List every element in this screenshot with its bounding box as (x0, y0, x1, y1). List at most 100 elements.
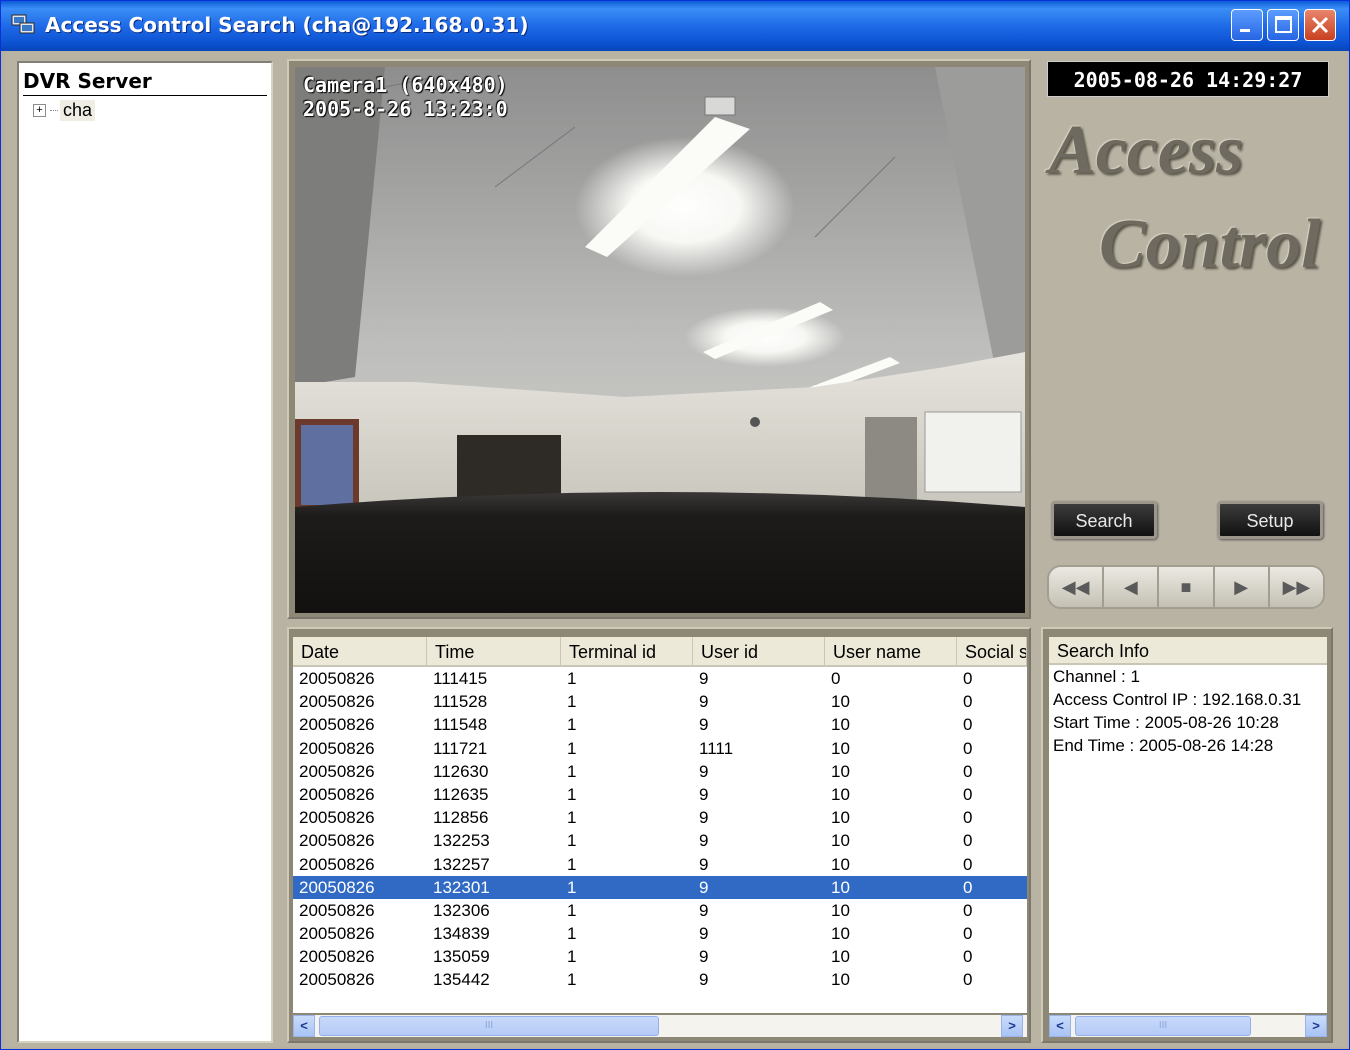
table-cell: 9 (699, 669, 709, 688)
table-cell: 10 (831, 761, 850, 781)
table-cell: 111548 (433, 715, 488, 735)
table-cell: 20050826 (299, 947, 375, 967)
table-cell: 20050826 (299, 808, 375, 828)
column-header-social[interactable]: Social s (957, 637, 1027, 665)
close-icon (1311, 16, 1329, 34)
column-header-terminal-id[interactable]: Terminal id (561, 637, 693, 665)
table-row[interactable]: 20050826 132253 1 9 10 0 (293, 829, 1027, 852)
table-cell: 0 (963, 970, 973, 990)
camera-view[interactable]: Camera1 (640x480) 2005-8-26 13:23:0 (295, 67, 1025, 613)
table-horizontal-scrollbar[interactable]: < III > (293, 1015, 1027, 1037)
info-horizontal-scrollbar[interactable]: < III > (1049, 1015, 1327, 1037)
table-row[interactable]: 20050826 112856 1 9 10 0 (293, 806, 1027, 829)
table-header: Date Time Terminal id User id User name … (293, 637, 1027, 667)
table-cell: 9 (699, 947, 709, 967)
table-cell: 20050826 (299, 738, 375, 758)
play-button[interactable]: ▶ (1214, 567, 1270, 607)
table-row[interactable]: 20050826 111415 1 9 0 0 (293, 667, 1027, 690)
table-cell: 20050826 (299, 669, 375, 688)
table-cell: 10 (831, 924, 850, 944)
table-cell: 9 (699, 808, 709, 828)
search-info-panel: Search Info Channel : 1 Access Control I… (1041, 627, 1333, 1043)
column-header-date[interactable]: Date (293, 637, 427, 665)
table-cell: 9 (699, 877, 709, 897)
table-cell: 0 (831, 669, 841, 688)
table-cell: 9 (699, 692, 709, 712)
app-window: Access Control Search (cha@192.168.0.31)… (0, 0, 1350, 1050)
table-cell: 20050826 (299, 692, 375, 712)
title-bar[interactable]: Access Control Search (cha@192.168.0.31) (1, 1, 1349, 51)
table-cell: 9 (699, 761, 709, 781)
table-cell: 1 (567, 970, 577, 990)
table-cell: 112856 (433, 808, 489, 828)
info-scroll-thumb[interactable]: III (1075, 1016, 1251, 1036)
table-row[interactable]: 20050826 135059 1 9 10 0 (293, 945, 1027, 968)
rewind-button[interactable]: ◀ (1104, 567, 1160, 607)
tree-node-label: cha (60, 99, 96, 121)
table-cell: 10 (831, 900, 850, 920)
info-scroll-right-button[interactable]: > (1305, 1015, 1327, 1037)
table-row[interactable]: 20050826 132257 1 9 10 0 (293, 853, 1027, 876)
table-cell: 0 (963, 947, 973, 967)
tree-node-cha[interactable]: + cha (33, 99, 96, 121)
search-info-header[interactable]: Search Info (1049, 637, 1327, 665)
table-row[interactable]: 20050826 112635 1 9 10 0 (293, 783, 1027, 806)
table-cell: 0 (963, 715, 973, 735)
camera-image (295, 67, 1025, 613)
table-cell: 135442 (433, 970, 490, 990)
camera-timestamp: 2005-8-26 13:23:0 (303, 97, 508, 121)
table-row[interactable]: 20050826 134839 1 9 10 0 (293, 922, 1027, 945)
column-header-user-id[interactable]: User id (693, 637, 825, 665)
setup-button[interactable]: Setup (1217, 501, 1323, 539)
chevron-left-icon: < (300, 1018, 308, 1033)
table-cell: 0 (963, 808, 973, 828)
stop-icon: ■ (1180, 576, 1192, 597)
fast-forward-icon: ▶▶ (1282, 576, 1311, 597)
table-row[interactable]: 20050826 132306 1 9 10 0 (293, 899, 1027, 922)
table-cell: 20050826 (299, 924, 375, 944)
search-button[interactable]: Search (1051, 501, 1157, 539)
info-scroll-left-button[interactable]: < (1049, 1015, 1071, 1037)
expand-icon[interactable]: + (33, 103, 46, 117)
fast-forward-button[interactable]: ▶▶ (1269, 567, 1323, 607)
table-cell: 132306 (433, 900, 490, 920)
table-cell: 10 (831, 970, 850, 990)
table-cell: 20050826 (299, 715, 375, 735)
table-cell: 0 (963, 669, 973, 688)
records-table: Date Time Terminal id User id User name … (293, 637, 1027, 1013)
scroll-thumb[interactable]: III (319, 1016, 659, 1036)
table-cell: 0 (963, 761, 973, 781)
column-header-time[interactable]: Time (427, 637, 561, 665)
info-end-time: End Time : 2005-08-26 14:28 (1053, 736, 1274, 755)
table-cell: 10 (831, 877, 850, 897)
tree-connector (50, 109, 58, 111)
table-cell: 9 (699, 715, 709, 735)
minimize-icon (1240, 29, 1250, 32)
stop-button[interactable]: ■ (1159, 567, 1215, 607)
table-row[interactable]: 20050826 132301 1 9 10 0 (293, 875, 1027, 899)
camera-overlay: Camera1 (640x480) 2005-8-26 13:23:0 (303, 73, 508, 121)
rewind-icon: ◀ (1123, 576, 1138, 597)
table-row[interactable]: 20050826 112630 1 9 10 0 (293, 760, 1027, 783)
info-start-time: Start Time : 2005-08-26 10:28 (1053, 713, 1279, 732)
table-cell: 10 (831, 947, 850, 967)
app-icon (11, 14, 35, 34)
table-row[interactable]: 20050826 135442 1 9 10 0 (293, 968, 1027, 991)
table-cell: 9 (699, 924, 709, 944)
table-row[interactable]: 20050826 111548 1 9 10 0 (293, 713, 1027, 736)
table-cell: 111721 (433, 738, 488, 758)
maximize-button[interactable] (1267, 9, 1299, 41)
info-ip: Access Control IP : 192.168.0.31 (1053, 690, 1302, 709)
column-header-user-name[interactable]: User name (825, 637, 957, 665)
clock-display: 2005-08-26 14:29:27 (1047, 61, 1329, 97)
close-button[interactable] (1304, 9, 1336, 41)
table-row[interactable]: 20050826 111721 1 1111 10 0 (293, 737, 1027, 760)
table-cell: 20050826 (299, 877, 375, 897)
table-row[interactable]: 20050826 111528 1 9 10 0 (293, 690, 1027, 713)
table-cell: 1 (567, 831, 577, 851)
scroll-left-button[interactable]: < (293, 1015, 315, 1037)
minimize-button[interactable] (1231, 9, 1263, 41)
table-cell: 9 (699, 970, 709, 990)
fast-rewind-button[interactable]: ◀◀ (1049, 567, 1105, 607)
scroll-right-button[interactable]: > (1001, 1015, 1023, 1037)
